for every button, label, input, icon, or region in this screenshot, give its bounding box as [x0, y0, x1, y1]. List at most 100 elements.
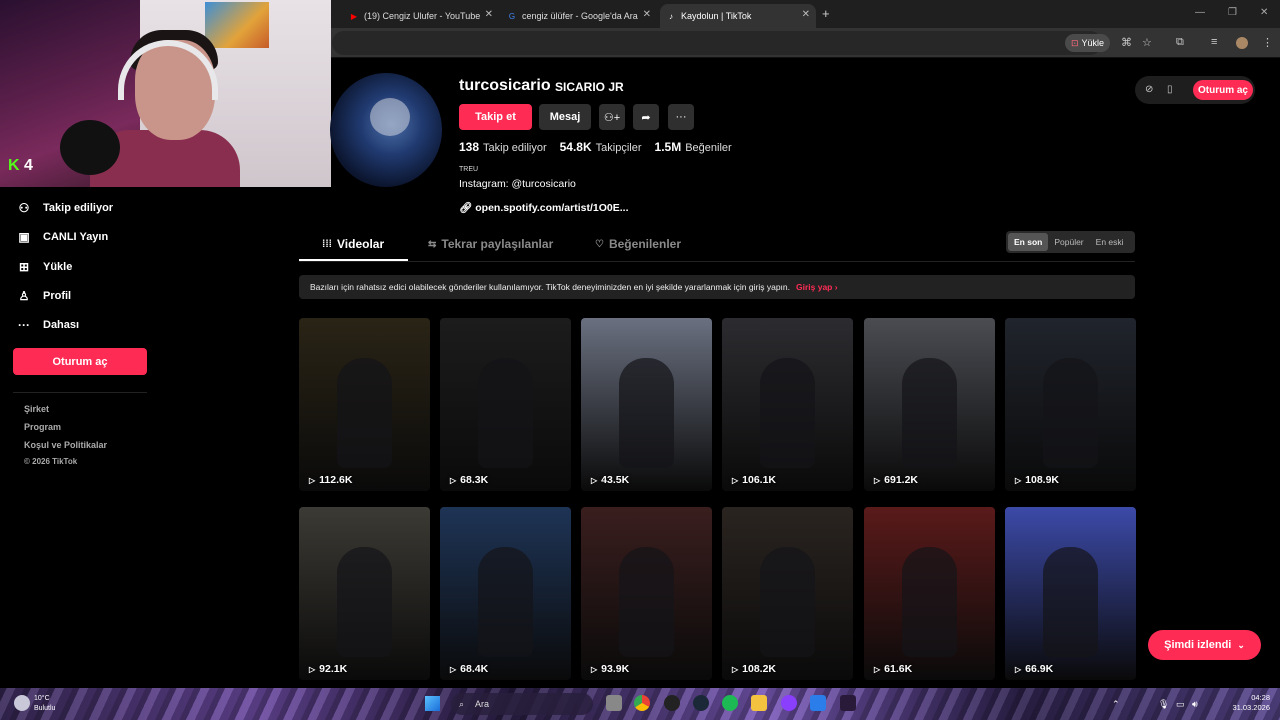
stat-following[interactable]: 138 Takip ediliyor [459, 140, 547, 154]
video-thumbnail [478, 358, 533, 468]
volume-icon[interactable]: 🔊︎ [1192, 699, 1198, 710]
sort-popular[interactable]: Popüler [1048, 233, 1089, 251]
video-card[interactable]: ▷ 68.4K [440, 507, 571, 680]
follow-button[interactable]: Takip et [459, 104, 532, 130]
play-icon: ▷ [309, 475, 316, 485]
stat-label: Beğeniler [685, 142, 732, 154]
share-icon: ➦ [641, 111, 651, 124]
tab-divider [299, 261, 1135, 262]
app-icon-dark[interactable] [840, 695, 856, 711]
video-card[interactable]: ▷ 93.9K [581, 507, 712, 680]
sidebar-login-button[interactable]: Oturum aç [13, 348, 147, 375]
close-icon[interactable]: ✕ [485, 9, 493, 20]
tab-reposts[interactable]: ⇆ Tekrar paylaşılanlar [428, 237, 553, 251]
video-card[interactable]: ▷ 66.9K [1005, 507, 1136, 680]
close-icon[interactable]: ✕ [643, 9, 651, 20]
taskbar-clock[interactable]: 04:28 31.03.2026 [1228, 693, 1270, 713]
bookmark-star-icon[interactable]: ☆ [1142, 36, 1152, 49]
maximize-icon[interactable]: ❐ [1228, 7, 1237, 18]
profile-avatar [330, 73, 442, 187]
tab-tiktok[interactable]: ♪ Kaydolun | TikTok ✕ [660, 4, 816, 28]
sidebar-item-label: CANLI Yayın [43, 231, 109, 243]
github-icon[interactable] [664, 695, 680, 711]
video-card[interactable]: ▷ 43.5K [581, 318, 712, 491]
spotify-icon[interactable] [722, 695, 738, 711]
footer-link-program[interactable]: Program [24, 422, 61, 432]
video-view-count: 106.1K [742, 474, 777, 486]
store-icon[interactable] [810, 695, 826, 711]
mobile-icon[interactable]: ▯ [1167, 84, 1173, 95]
sidebar-item-live[interactable]: ▣ CANLI Yayın [16, 229, 108, 245]
footer-copyright: © 2026 TikTok [24, 457, 78, 466]
minimize-icon[interactable]: — [1195, 7, 1205, 18]
taskbar-search[interactable]: ⌕ Ara [451, 693, 593, 715]
sidebar-item-upload[interactable]: ⊞ Yükle [16, 259, 72, 275]
video-card[interactable]: ▷ 92.1K [299, 507, 430, 680]
video-card[interactable]: ▷ 61.6K [864, 507, 995, 680]
network-icon[interactable]: ▭ [1176, 699, 1185, 710]
sidebar-item-label: Yükle [43, 261, 73, 273]
video-card[interactable]: ▷ 112.6K [299, 318, 430, 491]
video-views: ▷ 68.4K [450, 663, 488, 675]
play-icon: ▷ [450, 664, 457, 674]
mic-icon[interactable]: 🎙︎ [1158, 699, 1169, 710]
video-thumbnail [478, 547, 533, 657]
file-explorer-icon[interactable] [751, 695, 767, 711]
stat-followers[interactable]: 54.8K Takipçiler [560, 140, 642, 154]
tab-title: cengiz ülüfer - Google'da Ara [522, 11, 638, 21]
video-card[interactable]: ▷ 691.2K [864, 318, 995, 491]
footer-link-terms[interactable]: Koşul ve Politikalar [24, 440, 107, 450]
video-thumbnail [337, 547, 392, 657]
close-window-icon[interactable]: ✕ [1260, 7, 1268, 18]
play-icon: ▷ [591, 475, 598, 485]
video-card[interactable]: ▷ 106.1K [722, 318, 853, 491]
steam-icon[interactable] [693, 695, 709, 711]
video-card[interactable]: ▷ 108.9K [1005, 318, 1136, 491]
translate-icon[interactable]: ⌘ [1121, 36, 1132, 49]
message-button[interactable]: Mesaj [539, 104, 591, 130]
sort-oldest[interactable]: En eski [1090, 233, 1130, 251]
profile-link-text: open.spotify.com/artist/1O0E... [475, 202, 629, 214]
close-icon[interactable]: ✕ [802, 9, 810, 20]
install-button[interactable]: ⊡ Yükle [1065, 34, 1111, 52]
sidebar-item-label: Dahası [43, 319, 80, 331]
omnibox[interactable] [332, 31, 1102, 55]
profile-avatar-icon[interactable] [1236, 37, 1248, 49]
task-view-icon[interactable] [606, 695, 622, 711]
sidebar-item-following[interactable]: ⚇ Takip ediliyor [16, 200, 113, 216]
video-card[interactable]: ▷ 108.2K [722, 507, 853, 680]
add-friend-icon: ⚇+ [603, 111, 621, 124]
tab-youtube[interactable]: ▶ (19) Cengiz Ulufer - YouTube ✕ [343, 4, 499, 28]
new-tab-icon[interactable]: + [822, 6, 830, 21]
profile-link[interactable]: 🔗︎ open.spotify.com/artist/1O0E... [459, 201, 629, 214]
chrome-icon[interactable] [634, 695, 650, 711]
extensions-icon[interactable]: ⧉ [1176, 36, 1184, 49]
sidebar-item-profile[interactable]: ♙ Profil [16, 288, 72, 304]
sort-latest[interactable]: En son [1008, 233, 1049, 251]
tab-videos[interactable]: ⁞⁞⁞ Videolar [322, 237, 384, 251]
app-icon-purple[interactable] [781, 695, 797, 711]
footer-link-company[interactable]: Şirket [24, 404, 49, 414]
tray-chevron-icon[interactable]: ⌃ [1112, 699, 1120, 710]
play-icon: ▷ [732, 475, 739, 485]
sidebar-item-more[interactable]: ··· Dahası [16, 317, 79, 333]
watched-now-button[interactable]: Şimdi izlendi ⌄ [1148, 630, 1261, 660]
reading-list-icon[interactable]: ≡ [1211, 36, 1217, 48]
video-card[interactable]: ▷ 68.3K [440, 318, 571, 491]
banner-login-link[interactable]: Giriş yap › [796, 282, 838, 292]
video-view-count: 43.5K [601, 474, 630, 486]
tab-google[interactable]: G cengiz ülüfer - Google'da Ara ✕ [501, 4, 657, 28]
profile-nickname: SICARIO JR [555, 80, 624, 94]
video-thumbnail [619, 547, 674, 657]
tab-liked[interactable]: ♡ Beğenilenler [595, 237, 681, 251]
weather-widget[interactable]: 10°C Bulutlu [34, 694, 55, 714]
menu-kebab-icon[interactable]: ⋮ [1262, 36, 1273, 49]
suggest-account-button[interactable]: ⚇+ [599, 104, 625, 130]
video-views: ▷ 108.9K [1015, 474, 1059, 486]
share-button[interactable]: ➦ [633, 104, 659, 130]
header-login-button[interactable]: Oturum aç [1193, 80, 1253, 100]
windows-start-icon[interactable] [425, 696, 440, 711]
video-views: ▷ 43.5K [591, 474, 629, 486]
more-options-button[interactable]: ··· [668, 104, 694, 130]
compass-icon[interactable]: ⊘ [1145, 84, 1153, 95]
